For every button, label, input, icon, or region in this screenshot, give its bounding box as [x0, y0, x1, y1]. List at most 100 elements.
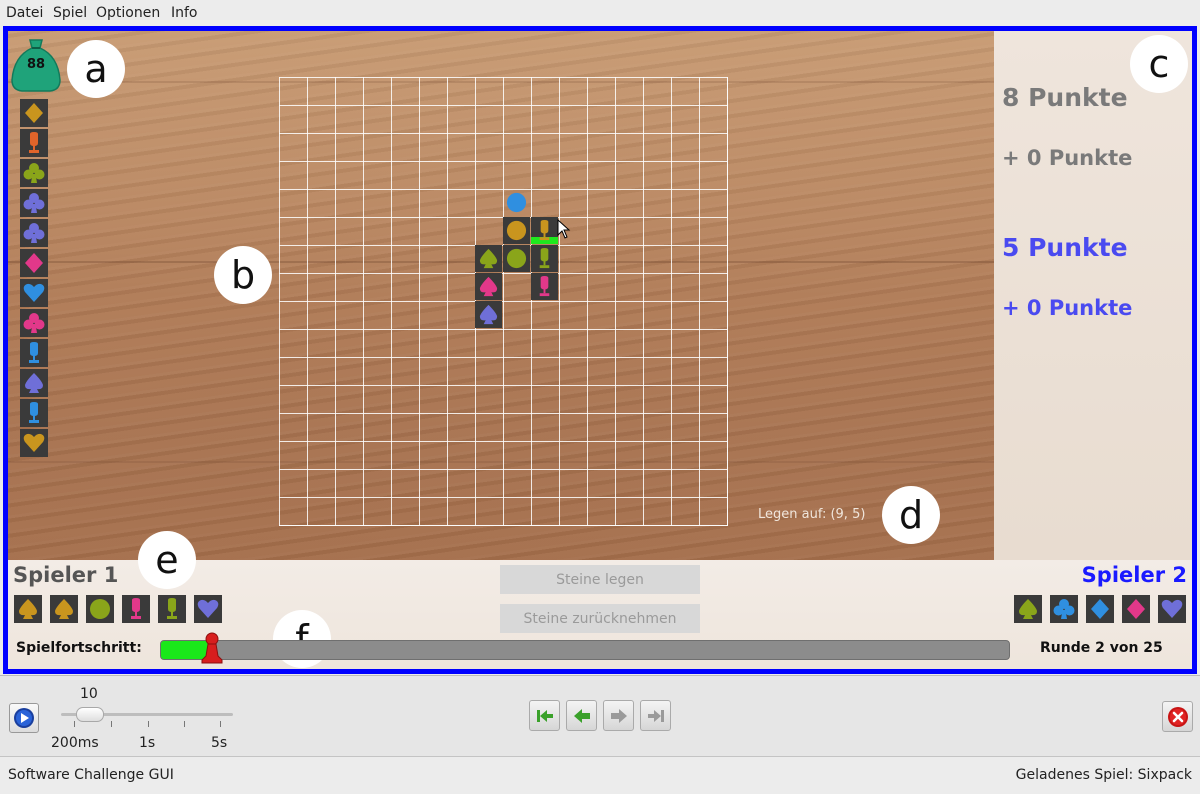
status-loaded-game: Geladenes Spiel: Sixpack	[1015, 767, 1192, 783]
label-b: b	[214, 246, 272, 304]
label-e: e	[138, 531, 196, 589]
place-stones-button[interactable]: Steine legen	[500, 565, 700, 594]
heart-stone	[20, 429, 48, 457]
diamond-icon	[25, 103, 43, 123]
speed-tick-label: 5s	[211, 735, 228, 751]
heart-icon	[23, 283, 45, 302]
acorn-icon	[539, 219, 550, 241]
rack-stone[interactable]	[50, 595, 78, 623]
club-stone	[20, 189, 48, 217]
rack-stone[interactable]	[1122, 595, 1150, 623]
spade-icon	[479, 304, 498, 325]
bag-count: 88	[26, 57, 46, 72]
play-icon	[14, 708, 34, 728]
rack-stone[interactable]	[14, 595, 42, 623]
club-icon	[23, 313, 45, 333]
board-stone	[475, 245, 502, 272]
spade-icon	[1019, 599, 1037, 619]
acorn-stone	[20, 339, 48, 367]
undo-stones-button[interactable]: Steine zurücknehmen	[500, 604, 700, 633]
acorn-icon	[29, 342, 39, 363]
menu-bar: Datei Spiel Optionen Info	[0, 0, 1200, 26]
acorn-icon	[167, 598, 177, 619]
round-info: Runde 2 von 25	[1040, 640, 1163, 656]
speed-tick-label: 200ms	[51, 735, 99, 751]
last-turn-button[interactable]	[640, 700, 671, 731]
player1-score: 8 Punkte	[1002, 83, 1128, 112]
menu-optionen[interactable]: Optionen	[96, 5, 160, 21]
player2-turn-score: + 0 Punkte	[1002, 296, 1133, 320]
circle-icon	[506, 248, 527, 269]
player1-turn-score: + 0 Punkte	[1002, 146, 1133, 170]
close-button[interactable]	[1162, 701, 1193, 732]
label-a: a	[67, 40, 125, 98]
spade-icon	[55, 599, 73, 619]
heart-icon	[23, 433, 45, 452]
spade-icon	[479, 276, 498, 297]
board-stone	[475, 273, 502, 300]
board-stone	[503, 189, 530, 216]
rack-stone[interactable]	[1086, 595, 1114, 623]
circle-icon	[506, 220, 527, 241]
play-button[interactable]	[9, 703, 39, 733]
skip-to-start-icon	[536, 709, 553, 722]
progress-label: Spielfortschritt:	[16, 640, 142, 656]
acorn-icon	[29, 402, 39, 423]
first-turn-button[interactable]	[529, 700, 560, 731]
acorn-icon	[539, 275, 550, 297]
label-c: c	[1130, 35, 1188, 93]
placement-info: Legen auf: (9, 5)	[758, 507, 866, 522]
label-d: d	[882, 486, 940, 544]
board-stone	[475, 301, 502, 328]
board-stone	[531, 245, 558, 272]
close-icon	[1167, 706, 1188, 727]
status-app-name: Software Challenge GUI	[8, 767, 174, 783]
diamond-icon	[1127, 599, 1145, 619]
diamond-icon	[1091, 599, 1109, 619]
diamond-stone	[20, 249, 48, 277]
skip-to-end-icon	[647, 709, 664, 722]
mouse-cursor-icon	[557, 219, 571, 239]
diamond-stone	[20, 99, 48, 127]
rack-stone[interactable]	[86, 595, 114, 623]
spade-icon	[25, 373, 43, 393]
club-stone	[20, 309, 48, 337]
menu-datei[interactable]: Datei	[6, 5, 43, 21]
player2-score: 5 Punkte	[1002, 233, 1128, 262]
menu-info[interactable]: Info	[171, 5, 198, 21]
board-stone	[531, 273, 558, 300]
menu-spiel[interactable]: Spiel	[53, 5, 87, 21]
circle-icon	[506, 192, 527, 213]
board-stone	[503, 217, 530, 244]
acorn-icon	[539, 247, 550, 269]
rack-stone[interactable]	[194, 595, 222, 623]
pawn-icon	[201, 632, 223, 664]
acorn-stone	[20, 129, 48, 157]
acorn-icon	[29, 132, 39, 153]
diamond-icon	[25, 253, 43, 273]
club-icon	[23, 193, 45, 213]
previous-turn-button[interactable]	[566, 700, 597, 731]
arrow-right-icon	[610, 708, 627, 723]
speed-slider-thumb[interactable]	[76, 707, 104, 722]
rack-stone[interactable]	[122, 595, 150, 623]
rack-stone[interactable]	[158, 595, 186, 623]
board-grid[interactable]	[279, 77, 728, 526]
heart-icon	[1161, 599, 1183, 618]
next-turn-button[interactable]	[603, 700, 634, 731]
progress-track	[160, 640, 1010, 660]
heart-icon	[197, 599, 219, 618]
rack-stone[interactable]	[1014, 595, 1042, 623]
speed-tick-label: 1s	[139, 735, 156, 751]
board-stone	[503, 245, 530, 272]
acorn-stone	[20, 399, 48, 427]
club-icon	[1053, 599, 1075, 619]
club-stone	[20, 219, 48, 247]
board-stone	[531, 217, 558, 244]
circle-icon	[90, 599, 110, 619]
player1-name: Spieler 1	[13, 563, 119, 587]
rack-stone[interactable]	[1158, 595, 1186, 623]
heart-stone	[20, 279, 48, 307]
rack-stone[interactable]	[1050, 595, 1078, 623]
club-icon	[23, 223, 45, 243]
